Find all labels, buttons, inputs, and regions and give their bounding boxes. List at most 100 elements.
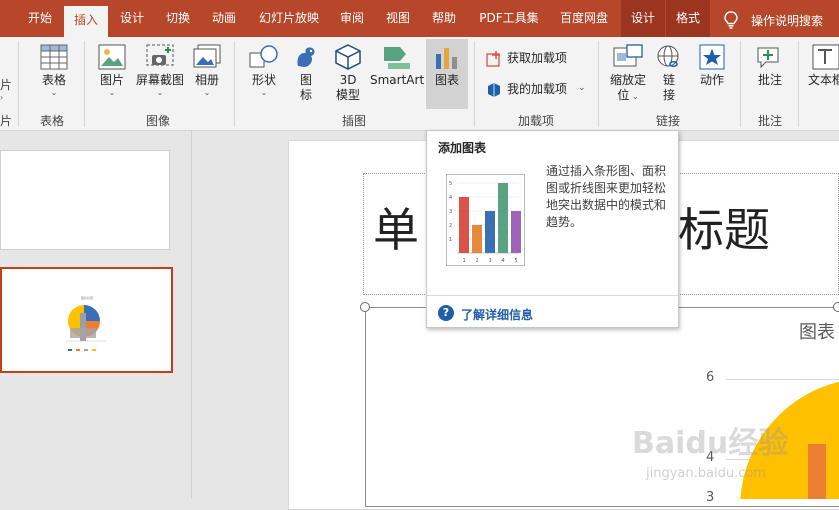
group-label-comments: 批注	[758, 114, 783, 128]
mini-chart-y-tick: 2	[449, 223, 452, 229]
tooltip-divider	[427, 295, 678, 296]
mini-chart-bar	[472, 225, 482, 253]
thumbnail-chart-title: 图表标题	[80, 296, 93, 300]
group-label-slides-clipped: 片	[0, 114, 13, 128]
tab-baidu-netdisk[interactable]: 百度网盘	[550, 0, 618, 37]
watermark-url: jingyan.baidu.com	[646, 466, 766, 481]
textbox-label: 文本框	[808, 73, 839, 87]
watermark-text: Baidu经验	[632, 426, 789, 461]
tab-insert[interactable]: 插入	[64, 6, 108, 37]
resize-handle-top-right[interactable]	[833, 302, 839, 312]
zoom-slide-icon	[613, 44, 643, 67]
icons-label-line2: 标	[299, 88, 312, 102]
group-label-images: 图像	[146, 114, 171, 128]
group-label-illustrations: 插图	[342, 114, 367, 128]
group-separator	[798, 41, 799, 127]
screenshot-button[interactable]: 屏幕截图 ⌄	[134, 44, 186, 98]
ribbon-tab-bar: 开始 插入 设计 切换 动画 幻灯片放映 审阅 视图 帮助 PDF工具集 百度网…	[0, 0, 839, 37]
textbox-button[interactable]: 文本框	[808, 44, 839, 88]
tab-transitions[interactable]: 切换	[156, 0, 200, 37]
lightbulb-icon	[724, 11, 738, 29]
learn-more-link[interactable]: 了解详细信息	[461, 306, 533, 323]
picture-icon	[98, 44, 126, 70]
tab-animations[interactable]: 动画	[202, 0, 246, 37]
tab-view[interactable]: 视图	[376, 0, 420, 37]
3d-models-button[interactable]: 3D 模型	[328, 44, 368, 103]
store-plus-icon	[486, 51, 500, 67]
mini-chart-x-tick: 5	[515, 258, 518, 264]
tooltip-description: 通过插入条形图、面积图或折线图来更加轻松地突出数据中的模式和趋势。	[546, 164, 667, 229]
tab-slideshow[interactable]: 幻灯片放映	[250, 0, 328, 37]
group-separator	[740, 41, 741, 127]
mini-chart-bar	[459, 197, 469, 253]
get-addins-label: 获取加载项	[507, 51, 568, 65]
smartart-button[interactable]: SmartArt	[370, 44, 424, 88]
resize-handle-top-left[interactable]	[360, 302, 370, 312]
comment-plus-icon	[757, 47, 779, 69]
mini-bar-chart: 5 4 3 2 1 1 2 3 4 5	[449, 181, 521, 264]
chart-title[interactable]: 图表	[799, 318, 835, 344]
my-addins-button[interactable]: 我的加载项 ⌄	[486, 81, 590, 99]
table-button[interactable]: 表格 ⌄	[32, 44, 76, 98]
table-icon	[40, 44, 68, 70]
tab-help[interactable]: 帮助	[422, 0, 466, 37]
y-tick-6: 6	[706, 370, 715, 385]
group-separator	[598, 41, 599, 127]
slide-title-right: 标题	[678, 203, 770, 257]
screenshot-icon	[146, 44, 174, 66]
mini-chart-y-tick: 5	[449, 181, 452, 187]
action-star-icon	[699, 44, 725, 70]
chevron-down-icon: ⌄	[203, 88, 211, 97]
mini-chart-x-tick: 3	[489, 258, 492, 264]
chevron-down-icon: ⌄	[108, 88, 116, 97]
mini-chart-bar	[511, 211, 521, 253]
tab-pdf-tools[interactable]: PDF工具集	[470, 0, 548, 37]
icons-button[interactable]: 图 标	[288, 44, 324, 103]
my-addins-label: 我的加载项	[507, 82, 568, 96]
shapes-button[interactable]: 形状 ⌄	[244, 44, 284, 98]
action-button[interactable]: 动作	[694, 44, 730, 88]
album-button[interactable]: 相册 ⌄	[188, 44, 226, 98]
shapes-label: 形状	[251, 73, 276, 87]
y-tick-3: 3	[706, 490, 715, 505]
new-slide-clipped[interactable]: 片 ›	[0, 78, 14, 103]
tab-format[interactable]: 格式	[666, 0, 710, 37]
comment-label: 批注	[757, 73, 782, 87]
tab-chart-design[interactable]: 设计	[621, 0, 665, 37]
bar-chart-icon	[436, 48, 457, 69]
picture-button[interactable]: 图片 ⌄	[92, 44, 132, 98]
tab-review[interactable]: 审阅	[330, 0, 374, 37]
picture-label: 图片	[99, 73, 124, 87]
cube-icon	[335, 44, 361, 70]
help-icon: ?	[438, 305, 454, 321]
chevron-down-icon: ⌄	[156, 88, 164, 97]
chart-tooltip: 添加图表 5 4 3 2 1 1 2 3 4 5 通过插入条形图、面积图或折线图来更加轻松地突出数…	[426, 130, 679, 328]
mini-chart-bar	[498, 183, 508, 253]
link-label-line1: 链	[662, 73, 675, 87]
mini-chart-x-tick: 2	[476, 258, 479, 264]
screenshot-label: 屏幕截图	[135, 73, 184, 87]
group-separator	[18, 41, 19, 127]
slide-thumbnail-panel: 图表标题	[0, 131, 192, 499]
chevron-down-icon: ⌄	[578, 83, 586, 93]
zoom-button[interactable]: 缩放定 位 ⌄	[606, 44, 650, 104]
link-label-line2: 接	[662, 88, 675, 102]
comment-button[interactable]: 批注	[752, 44, 788, 88]
slide-thumbnail-1[interactable]	[0, 150, 170, 250]
tab-home[interactable]: 开始	[18, 0, 62, 37]
tooltip-title: 添加图表	[438, 141, 487, 155]
tooltip-preview: 5 4 3 2 1 1 2 3 4 5	[446, 174, 525, 266]
slide-thumbnail-2[interactable]: 图表标题	[0, 267, 173, 373]
smartart-label: SmartArt	[370, 73, 425, 87]
textbox-icon	[812, 44, 839, 70]
tab-design[interactable]: 设计	[110, 0, 154, 37]
globe-link-icon	[657, 45, 679, 68]
link-button[interactable]: 链 接	[652, 44, 686, 103]
mini-chart-x-tick: 1	[463, 258, 466, 264]
chart-button[interactable]: 图表	[426, 39, 468, 109]
group-separator	[474, 41, 475, 127]
mini-chart-y-tick: 1	[449, 237, 452, 243]
album-label: 相册	[194, 73, 219, 87]
3d-models-label-line2: 模型	[335, 88, 360, 102]
mini-chart-bar	[485, 211, 495, 253]
